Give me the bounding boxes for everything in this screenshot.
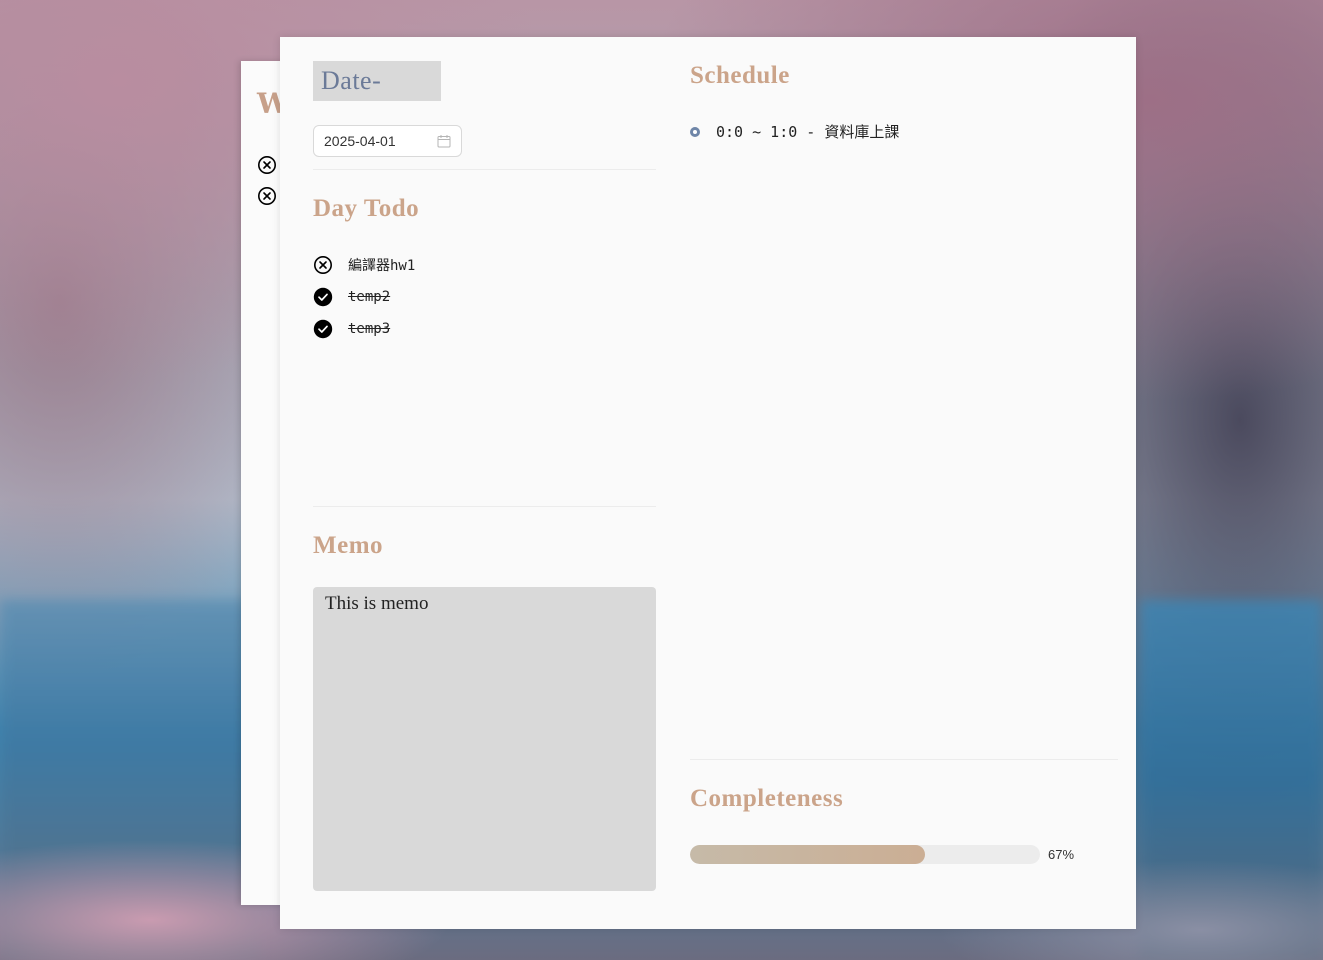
memo-textarea[interactable]: This is memo: [313, 587, 656, 891]
todo-text[interactable]: 編譯器hw1: [348, 255, 415, 275]
todo-text[interactable]: temp3: [348, 321, 390, 337]
divider: [313, 169, 656, 170]
schedule-item[interactable]: 0:0 ~ 1:0 - 資料庫上課: [690, 121, 899, 142]
divider: [690, 759, 1118, 760]
completeness-title: Completeness: [690, 785, 844, 812]
todo-checked-icon[interactable]: [313, 319, 333, 339]
todo-text[interactable]: temp2: [348, 289, 390, 305]
todo-item: temp2: [313, 287, 390, 307]
divider: [313, 506, 656, 507]
todo-checked-icon[interactable]: [313, 287, 333, 307]
todo-item: temp3: [313, 319, 390, 339]
schedule-item-text: 0:0 ~ 1:0 - 資料庫上課: [716, 123, 900, 141]
calendar-icon[interactable]: [437, 134, 451, 148]
memo-title: Memo: [313, 532, 384, 559]
todo-unchecked-icon[interactable]: [257, 155, 277, 175]
schedule-title: Schedule: [690, 62, 790, 89]
todo-item: 編譯器hw1: [313, 255, 415, 275]
date-picker-value: 2025-04-01: [324, 133, 396, 149]
completeness-progress-bar: [690, 845, 1040, 864]
progress-fill: [690, 845, 925, 864]
day-todo-title: Day Todo: [313, 195, 420, 222]
completeness-percent: 67%: [1048, 847, 1075, 862]
todo-unchecked-icon[interactable]: [257, 186, 277, 206]
todo-unchecked-icon[interactable]: [313, 255, 333, 275]
date-title: Date-: [313, 61, 441, 101]
timeline-dot-icon: [690, 126, 700, 137]
date-picker[interactable]: 2025-04-01: [313, 125, 462, 157]
day-page: Date- 2025-04-01 Day Todo 編譯器hw1 temp2 t…: [280, 37, 1136, 929]
